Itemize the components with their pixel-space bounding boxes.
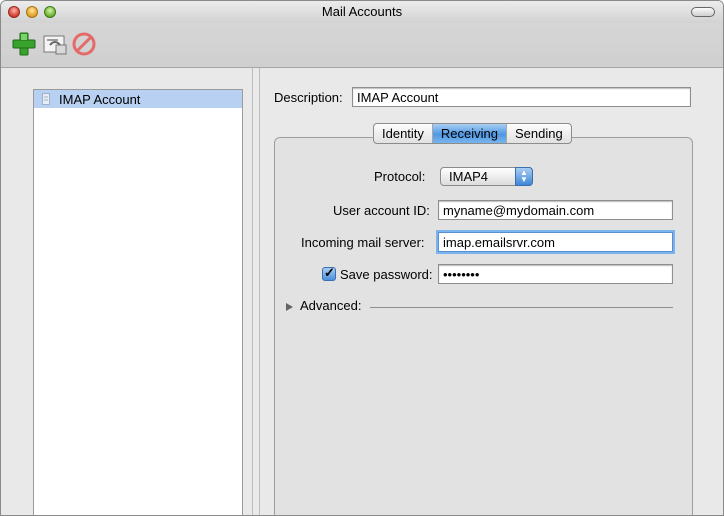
toolbar <box>1 23 723 68</box>
add-account-button[interactable] <box>11 31 37 57</box>
password-field[interactable]: •••••••• <box>438 264 673 284</box>
title-bar[interactable]: Mail Accounts <box>1 1 723 23</box>
mail-accounts-window: Mail Accounts IMAP Account Description: … <box>0 0 724 516</box>
toolbar-toggle-button[interactable] <box>691 7 715 17</box>
remove-account-button[interactable] <box>71 31 97 57</box>
protocol-value: IMAP4 <box>449 169 489 184</box>
checkmark-icon: ✓ <box>324 265 335 280</box>
content-area: IMAP Account Description: IMAP Account I… <box>1 68 723 515</box>
plus-icon <box>12 32 36 56</box>
accounts-list[interactable]: IMAP Account <box>33 89 243 515</box>
tab-bar: Identity Receiving Sending <box>373 123 572 144</box>
tab-sending[interactable]: Sending <box>507 124 571 143</box>
incoming-mail-server-label: Incoming mail server: <box>301 235 425 250</box>
select-arrows-icon: ▲ ▼ <box>515 167 533 186</box>
description-field[interactable]: IMAP Account <box>352 87 691 107</box>
description-label: Description: <box>274 90 343 105</box>
user-account-id-label: User account ID: <box>333 203 430 218</box>
no-entry-icon <box>72 32 96 56</box>
account-card-icon <box>43 35 67 55</box>
separator-line <box>370 307 673 308</box>
save-password-label: Save password: <box>340 267 433 282</box>
account-icon <box>42 93 50 105</box>
protocol-label: Protocol: <box>374 169 426 184</box>
advanced-label[interactable]: Advanced: <box>300 298 361 313</box>
tab-panel <box>274 137 693 515</box>
tab-receiving[interactable]: Receiving <box>432 124 508 143</box>
window-title: Mail Accounts <box>321 4 403 19</box>
disclosure-triangle-icon[interactable] <box>286 303 293 311</box>
sidebar-item-label: IMAP Account <box>59 92 141 107</box>
protocol-select[interactable]: IMAP4 ▲ ▼ <box>440 167 533 186</box>
edit-account-button[interactable] <box>42 31 68 57</box>
incoming-mail-server-field[interactable]: imap.emailsrvr.com <box>438 232 673 252</box>
tab-identity[interactable]: Identity <box>374 124 433 143</box>
user-account-id-field[interactable]: myname@mydomain.com <box>438 200 673 220</box>
divider <box>252 68 253 515</box>
list-item[interactable]: IMAP Account <box>34 90 242 108</box>
divider <box>259 68 260 515</box>
save-password-checkbox[interactable]: ✓ <box>322 265 336 281</box>
